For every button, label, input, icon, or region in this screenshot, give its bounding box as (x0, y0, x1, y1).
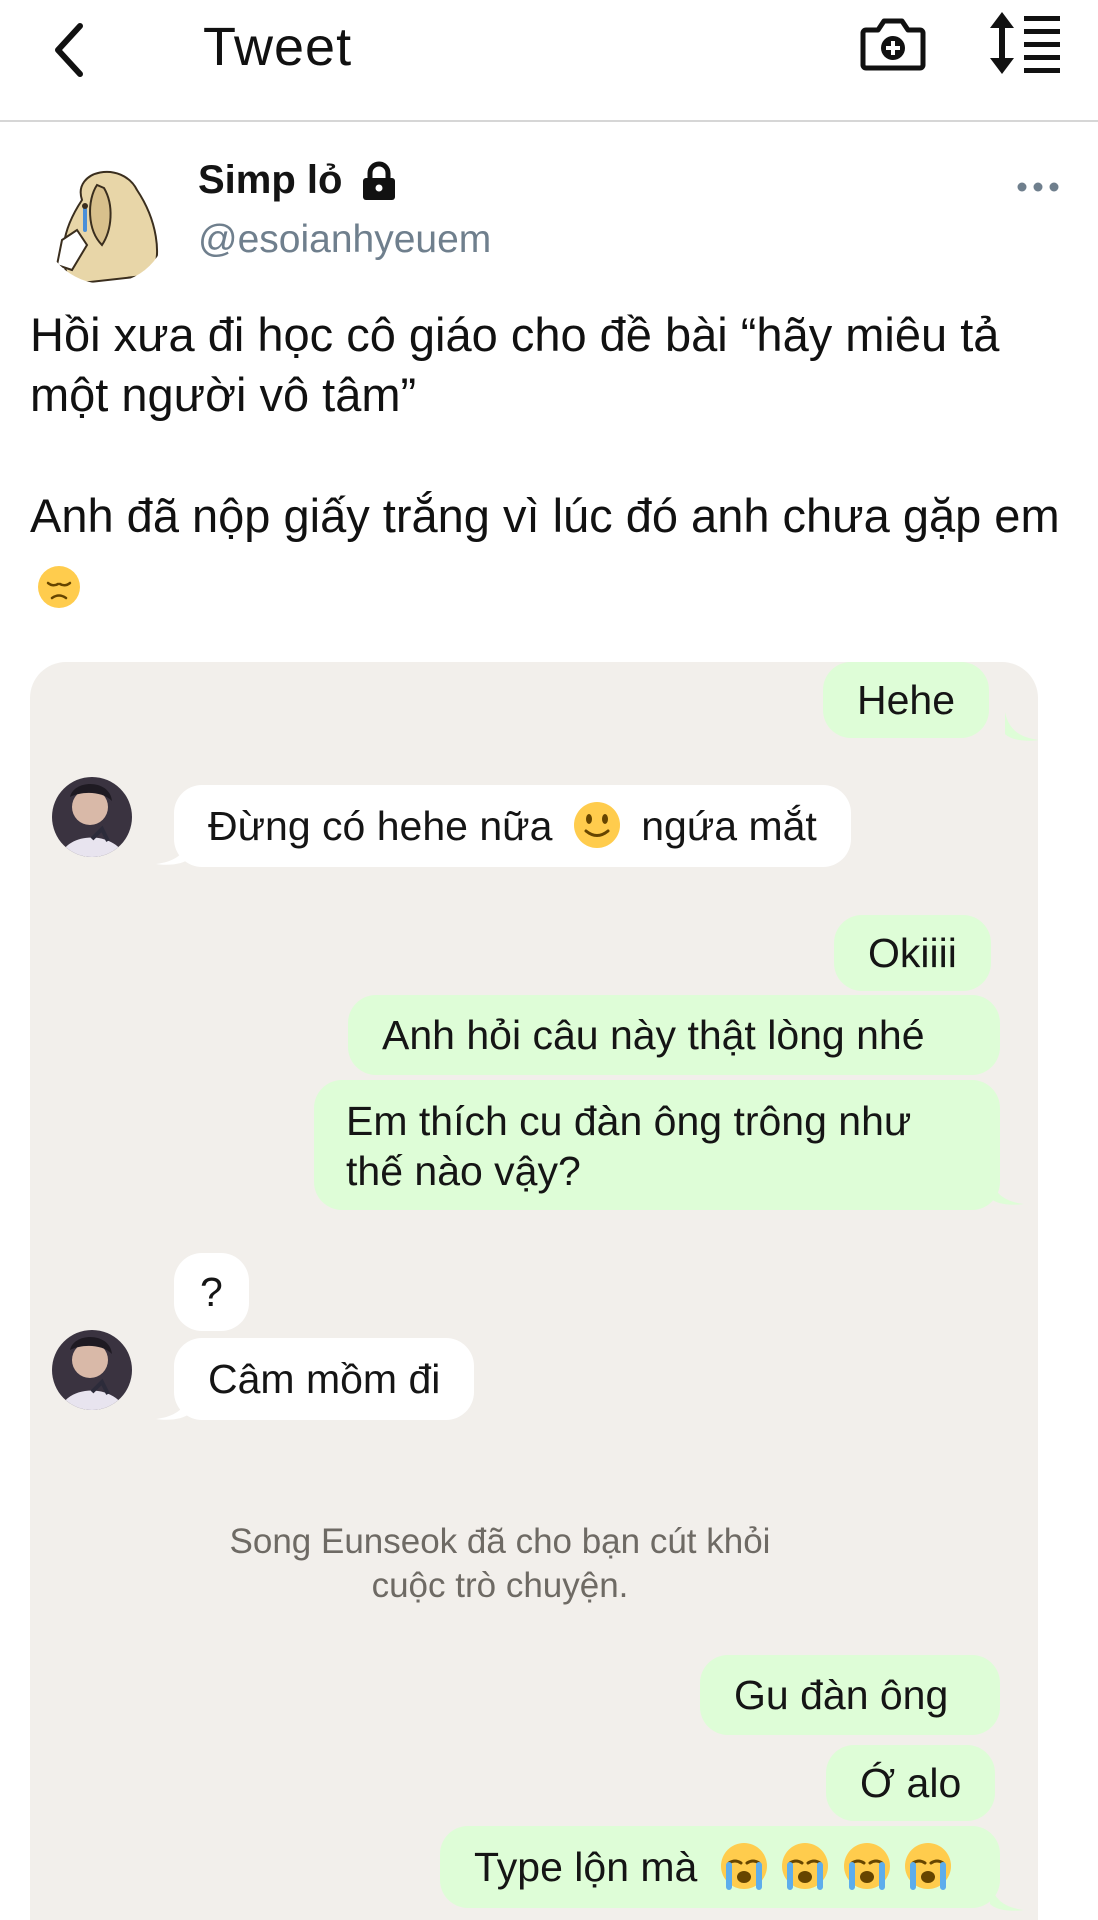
message-bubble-outgoing: Hehe (823, 662, 990, 738)
crying-emoji-group (719, 1843, 953, 1890)
message-text: Gu đàn ông (734, 1672, 949, 1718)
system-message: Song Eunseok đã cho bạn cút khỏi cuộc tr… (229, 1522, 771, 1605)
more-options-button[interactable] (1010, 172, 1066, 202)
tweet-paragraph-1: Hồi xưa đi học cô giáo cho đề bài “hãy m… (30, 308, 1000, 421)
tweet-paragraph-2-text: Anh đã nộp giấy trắng vì lúc đó anh chưa… (30, 489, 1060, 542)
loudly-crying-face-emoji (720, 1843, 767, 1890)
message-bubble-outgoing: Ớ alo (826, 1745, 996, 1821)
loudly-crying-face-emoji (782, 1843, 829, 1890)
message-bubble-incoming: Đừng có hehe nữa ngứa mắt (174, 785, 851, 867)
author-display-name[interactable]: Simp lỏ (198, 158, 398, 203)
top-nav-bar: Tweet (0, 0, 1098, 122)
loudly-crying-face-emoji (843, 1843, 890, 1890)
author-handle[interactable]: @esoianhyeuem (198, 218, 491, 262)
bubble-tail (1005, 712, 1038, 741)
back-button[interactable] (40, 10, 100, 90)
message-text: Em thích cu đàn ông trông như thế nào vậ… (346, 1098, 912, 1194)
sort-list-icon (990, 12, 1060, 74)
message-bubble-outgoing: Anh hỏi câu này thật lòng nhé (348, 995, 1000, 1075)
camera-plus-icon (860, 18, 926, 71)
message-text: Hehe (857, 677, 956, 723)
contact-photo-image (52, 1330, 132, 1410)
message-bubble-outgoing: Type lộn mà (440, 1826, 1000, 1908)
crying-dog-avatar-image (42, 160, 168, 284)
disappointed-face-emoji (38, 566, 80, 608)
camera-button[interactable] (860, 10, 926, 76)
message-bubble-outgoing: Gu đàn ông (700, 1655, 1000, 1735)
message-text: Anh hỏi câu này thật lòng nhé (382, 1012, 925, 1058)
author-avatar[interactable] (42, 160, 168, 284)
message-bubble-incoming: Câm mồm đi (174, 1338, 475, 1420)
message-text: Okiiii (868, 930, 957, 976)
more-horizontal-icon (1017, 182, 1059, 192)
tweet-paragraph-2: Anh đã nộp giấy trắng vì lúc đó anh chưa… (30, 481, 1080, 621)
bubble-tail (990, 1882, 1024, 1911)
message-text: Ớ alo (860, 1760, 962, 1806)
chevron-left-icon (55, 23, 83, 77)
slightly-smiling-face-emoji (573, 802, 620, 848)
contact-avatar[interactable] (52, 1330, 132, 1410)
message-bubble-outgoing: Em thích cu đàn ông trông như thế nào vậ… (314, 1080, 1000, 1210)
contact-avatar[interactable] (52, 777, 132, 857)
contact-photo-image (52, 777, 132, 857)
message-text: Đừng có hehe nữa (208, 803, 553, 849)
bubble-tail (990, 1176, 1024, 1205)
chat-screenshot: Hehe Đừng có hehe nữa ngứa mắt Okiiii An… (30, 662, 1038, 1920)
lock-icon (363, 161, 396, 200)
page-title: Tweet (203, 17, 353, 77)
tweet-body: Hồi xưa đi học cô giáo cho đề bài “hãy m… (30, 305, 1080, 621)
loudly-crying-face-emoji (904, 1843, 951, 1890)
message-bubble-outgoing: Okiiii (834, 915, 991, 991)
sort-button[interactable] (990, 10, 1062, 76)
message-text: ? (200, 1269, 223, 1315)
display-name-text: Simp lỏ (198, 158, 343, 202)
message-bubble-incoming: ? (174, 1253, 249, 1331)
message-text: ngứa mắt (641, 803, 817, 849)
message-text: Câm mồm đi (208, 1356, 441, 1402)
message-text: Type lộn mà (474, 1844, 698, 1890)
